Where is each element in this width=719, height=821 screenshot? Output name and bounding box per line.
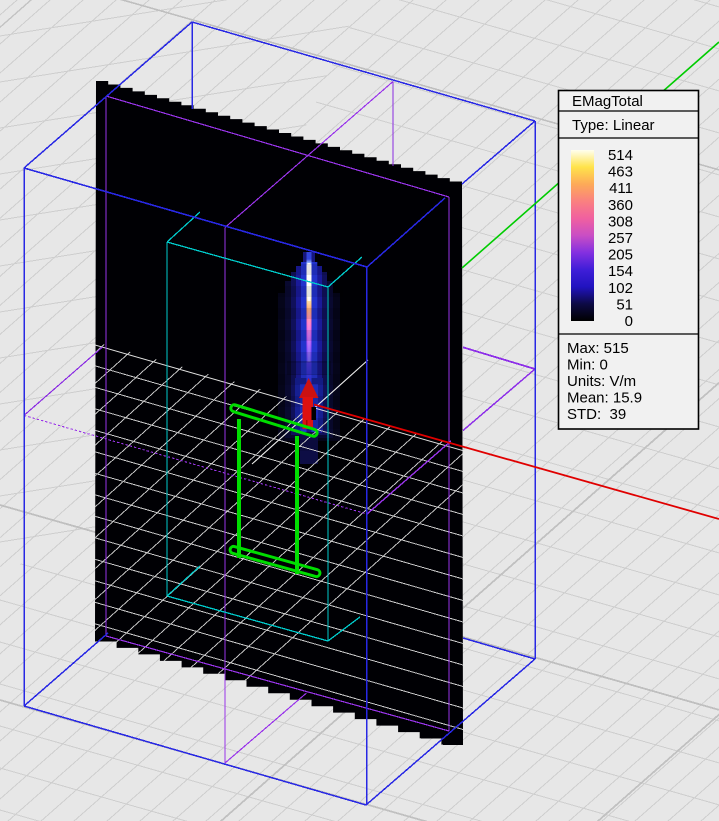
svg-text:257: 257: [608, 230, 633, 247]
svg-text:Units: V/m: Units: V/m: [567, 373, 636, 390]
svg-text:411: 411: [609, 180, 633, 197]
svg-text:STD: 39: STD: 39: [567, 406, 626, 423]
svg-text:51: 51: [616, 296, 633, 313]
svg-text:514: 514: [608, 147, 633, 164]
svg-text:205: 205: [608, 247, 633, 264]
svg-text:EMagTotal: EMagTotal: [572, 93, 643, 110]
svg-text:360: 360: [608, 197, 633, 214]
svg-text:102: 102: [608, 280, 633, 297]
svg-text:Min: 0: Min: 0: [567, 357, 608, 374]
svg-text:Type: Linear: Type: Linear: [572, 117, 655, 134]
svg-text:Max: 515: Max: 515: [567, 340, 629, 357]
svg-text:0: 0: [625, 313, 633, 330]
svg-text:308: 308: [608, 213, 633, 230]
svg-text:Mean: 15.9: Mean: 15.9: [567, 390, 642, 407]
svg-text:154: 154: [608, 263, 633, 280]
svg-text:463: 463: [608, 164, 633, 181]
